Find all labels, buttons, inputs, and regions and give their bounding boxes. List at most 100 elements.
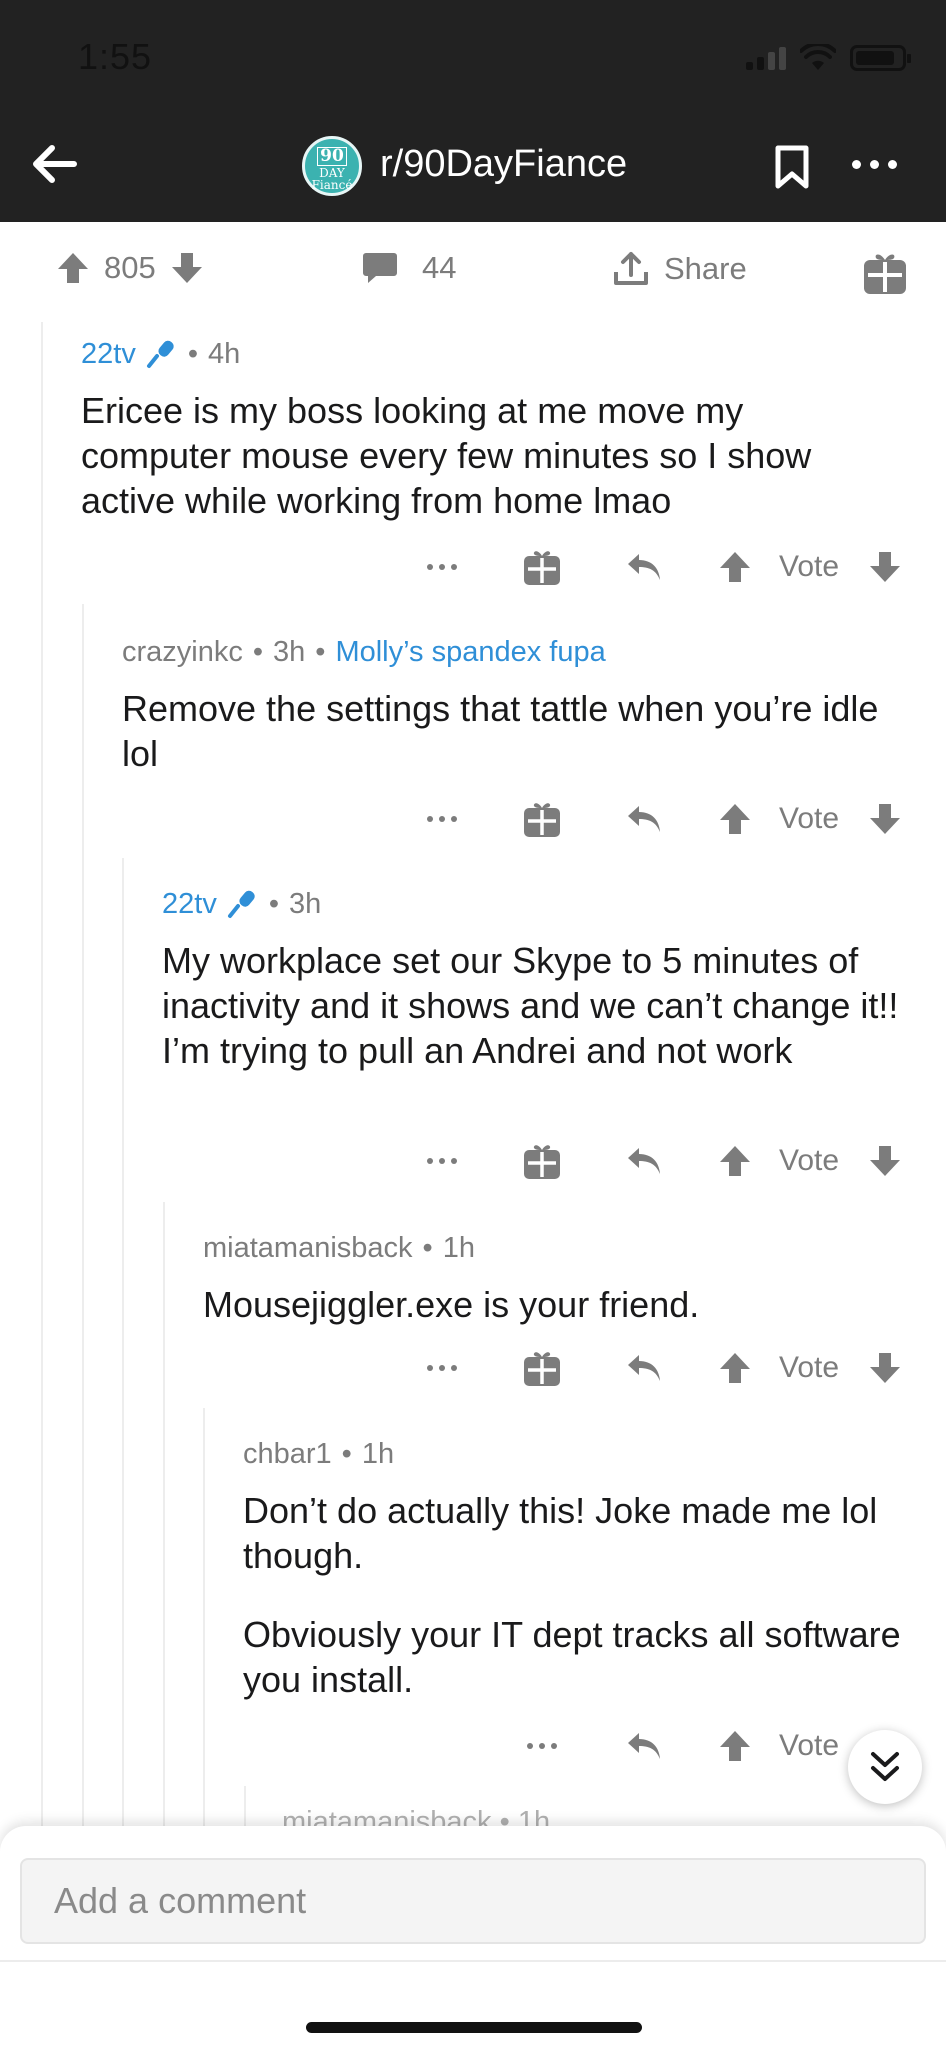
next-comment-button[interactable] bbox=[848, 1730, 922, 1804]
upvote-icon bbox=[720, 1353, 750, 1383]
comment-time: 1h bbox=[442, 1231, 475, 1264]
vote-label: Vote bbox=[778, 802, 840, 835]
reply-button[interactable] bbox=[622, 542, 666, 592]
user-flair: Molly’s spandex fupa bbox=[335, 635, 606, 668]
dots-icon bbox=[427, 816, 457, 822]
comment-bubble-icon bbox=[363, 253, 397, 283]
downvote-button[interactable] bbox=[866, 542, 904, 592]
comment-actions: Vote bbox=[0, 1343, 946, 1393]
more-options-button[interactable] bbox=[420, 1136, 464, 1186]
more-options-button[interactable] bbox=[420, 1343, 464, 1393]
dots-icon bbox=[427, 1365, 457, 1371]
app-header: 1:55 90 DAY Fiancé r/90DayFiance bbox=[0, 0, 946, 222]
reply-arrow-icon bbox=[628, 1733, 660, 1759]
downvote-icon bbox=[870, 552, 900, 582]
comment-meta: 22tv • 3h bbox=[162, 887, 322, 921]
reply-button[interactable] bbox=[622, 1136, 666, 1186]
upvote-icon bbox=[720, 1146, 750, 1176]
upvote-button[interactable] bbox=[716, 1721, 754, 1771]
subreddit-avatar[interactable]: 90 DAY Fiancé bbox=[302, 136, 362, 196]
downvote-icon bbox=[870, 1353, 900, 1383]
signal-icon bbox=[746, 46, 786, 70]
more-options-button[interactable] bbox=[420, 542, 464, 592]
vote-label: Vote bbox=[778, 1144, 840, 1177]
share-label: Share bbox=[664, 251, 747, 286]
downvote-button[interactable] bbox=[866, 1343, 904, 1393]
back-arrow-icon[interactable] bbox=[28, 140, 80, 188]
more-options-button[interactable] bbox=[420, 794, 464, 844]
reply-arrow-icon bbox=[628, 1355, 660, 1381]
vote-label: Vote bbox=[778, 550, 840, 583]
comments-count-button[interactable]: 44 bbox=[362, 250, 456, 286]
reply-button[interactable] bbox=[622, 1343, 666, 1393]
upvote-button[interactable] bbox=[716, 542, 754, 592]
comment-meta: miatamanisback • 1h bbox=[203, 1231, 475, 1265]
comment-time: 3h bbox=[288, 887, 322, 920]
share-button[interactable]: Share bbox=[612, 250, 747, 288]
add-comment-input[interactable]: Add a comment bbox=[20, 1858, 926, 1944]
downvote-button[interactable] bbox=[866, 1136, 904, 1186]
vote-label: Vote bbox=[778, 1729, 840, 1762]
dots-icon bbox=[427, 564, 457, 570]
reply-button[interactable] bbox=[622, 794, 666, 844]
comment-actions: Vote bbox=[0, 1136, 946, 1186]
downvote-button[interactable] bbox=[866, 794, 904, 844]
post-score: 805 bbox=[104, 250, 156, 285]
comment-time: 1h bbox=[361, 1437, 395, 1470]
more-options-icon[interactable] bbox=[852, 160, 897, 169]
downvote-icon bbox=[870, 804, 900, 834]
downvote-icon[interactable] bbox=[170, 251, 204, 285]
comment-body: Mousejiggler.exe is your friend. bbox=[203, 1284, 700, 1325]
dots-icon bbox=[527, 1743, 557, 1749]
comment-body: Remove the settings that tattle when you… bbox=[122, 688, 879, 774]
comment-meta: 22tv • 4h bbox=[81, 337, 241, 371]
reply-arrow-icon bbox=[628, 554, 660, 580]
upvote-icon bbox=[720, 1731, 750, 1761]
reply-arrow-icon bbox=[628, 1148, 660, 1174]
microphone-icon bbox=[227, 890, 255, 918]
comment-author[interactable]: crazyinkc bbox=[122, 636, 243, 669]
post-action-bar: 805 44 Share bbox=[0, 222, 946, 322]
thread-line[interactable] bbox=[244, 1786, 246, 1826]
upvote-button[interactable] bbox=[716, 1136, 754, 1186]
award-button[interactable] bbox=[520, 794, 564, 844]
comment-body: My workplace set our Skype to 5 minutes … bbox=[162, 940, 899, 1071]
gift-icon bbox=[524, 1145, 560, 1179]
status-time: 1:55 bbox=[78, 36, 153, 77]
subreddit-title[interactable]: r/90DayFiance bbox=[380, 143, 627, 186]
status-icons bbox=[746, 44, 911, 72]
more-options-button[interactable] bbox=[520, 1721, 564, 1771]
comment-author[interactable]: chbar1 bbox=[243, 1438, 332, 1471]
wifi-icon bbox=[800, 44, 836, 70]
gift-icon bbox=[524, 551, 560, 585]
bookmark-icon[interactable] bbox=[774, 144, 810, 190]
share-icon bbox=[614, 252, 648, 285]
battery-icon bbox=[850, 45, 911, 71]
comment: 22tv • 3h My workplace set our Skype to … bbox=[162, 884, 902, 1073]
award-button[interactable] bbox=[520, 1343, 564, 1393]
award-button[interactable] bbox=[520, 542, 564, 592]
upvote-button[interactable] bbox=[716, 794, 754, 844]
comment-author[interactable]: 22tv bbox=[162, 888, 217, 921]
comment-body: Don’t do actually this! Joke made me lol… bbox=[243, 1490, 901, 1700]
comment-actions: Vote bbox=[0, 794, 946, 844]
thread-line[interactable] bbox=[122, 858, 124, 1826]
comment: 22tv • 4h Ericee is my boss looking at m… bbox=[81, 334, 881, 523]
gift-icon bbox=[524, 1352, 560, 1386]
upvote-icon bbox=[720, 804, 750, 834]
comment-author[interactable]: 22tv bbox=[81, 338, 136, 371]
post-vote-group: 805 bbox=[56, 250, 204, 286]
comment-meta: crazyinkc • 3h • Molly’s spandex fupa bbox=[122, 635, 606, 669]
home-indicator[interactable] bbox=[306, 2022, 642, 2033]
comment-body: Ericee is my boss looking at me move my … bbox=[81, 390, 812, 521]
award-button[interactable] bbox=[862, 250, 908, 296]
comment-author[interactable]: miatamanisback bbox=[203, 1232, 413, 1265]
award-button[interactable] bbox=[520, 1136, 564, 1186]
thread-line[interactable] bbox=[82, 604, 84, 1826]
upvote-button[interactable] bbox=[716, 1343, 754, 1393]
comment-actions: Vote bbox=[0, 1721, 946, 1771]
vote-label: Vote bbox=[778, 1351, 840, 1384]
upvote-icon[interactable] bbox=[56, 251, 90, 285]
reply-button[interactable] bbox=[622, 1721, 666, 1771]
gift-icon bbox=[864, 254, 906, 294]
